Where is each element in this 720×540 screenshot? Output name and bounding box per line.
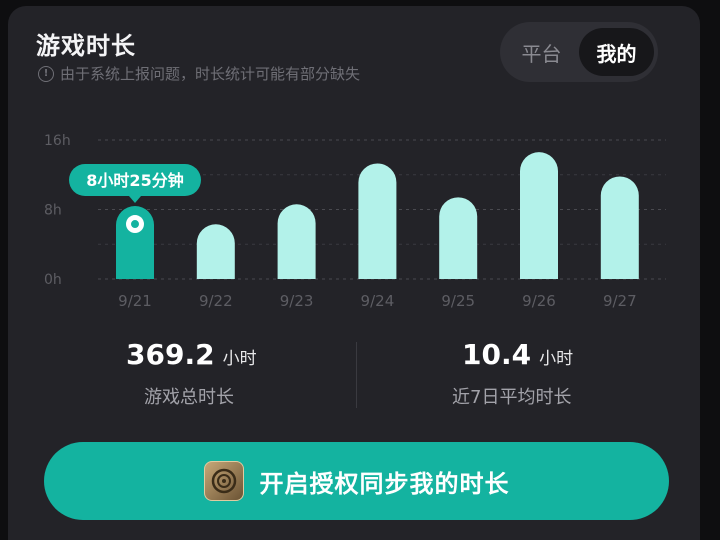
game-app-icon [203, 461, 244, 501]
x-tick-label: 9/23 [280, 292, 314, 310]
enable-sync-label: 开启授权同步我的时长 [259, 469, 510, 498]
total-time-value: 369.2 小时 [126, 338, 257, 371]
bar-9/22 [196, 224, 235, 279]
bar-9/25 [439, 197, 478, 279]
x-tick-label: 9/21 [118, 292, 152, 310]
x-tick-label: 9/26 [522, 292, 556, 310]
y-tick-label: 0h [44, 272, 62, 288]
x-tick-label: 9/24 [361, 292, 395, 310]
play-time-chart: 16h 8h 0h 9/21 8小时25分钟 9/22 9/23 9/24 9/25 9/26 9/… [44, 133, 666, 310]
y-tick-label: 16h [44, 133, 71, 149]
x-tick-label: 9/25 [441, 292, 475, 310]
bar-9/27 [600, 176, 639, 279]
avg-time-value: 10.4 小时 [462, 338, 573, 371]
bar-9/26 [520, 152, 558, 279]
selected-marker-dot [131, 220, 139, 229]
y-tick-label: 8h [44, 203, 62, 219]
stats-divider [356, 342, 357, 408]
x-tick-label: 9/27 [603, 292, 637, 310]
tooltip-text: 8小时25分钟 [86, 171, 183, 190]
avg-time-label: 近7日平均时长 [452, 387, 572, 408]
tooltip-pointer [129, 196, 141, 203]
total-time-label: 游戏总时长 [144, 387, 234, 408]
total-time-unit: 小时 [222, 349, 257, 369]
total-time-number: 369.2 [126, 338, 215, 371]
avg-time-unit: 小时 [539, 349, 574, 369]
enable-sync-button[interactable]: 开启授权同步我的时长 [44, 442, 669, 520]
bar-9/23 [277, 204, 316, 279]
bar-9/24 [358, 163, 397, 279]
x-tick-label: 9/22 [199, 292, 233, 310]
avg-time-number: 10.4 [462, 338, 532, 371]
